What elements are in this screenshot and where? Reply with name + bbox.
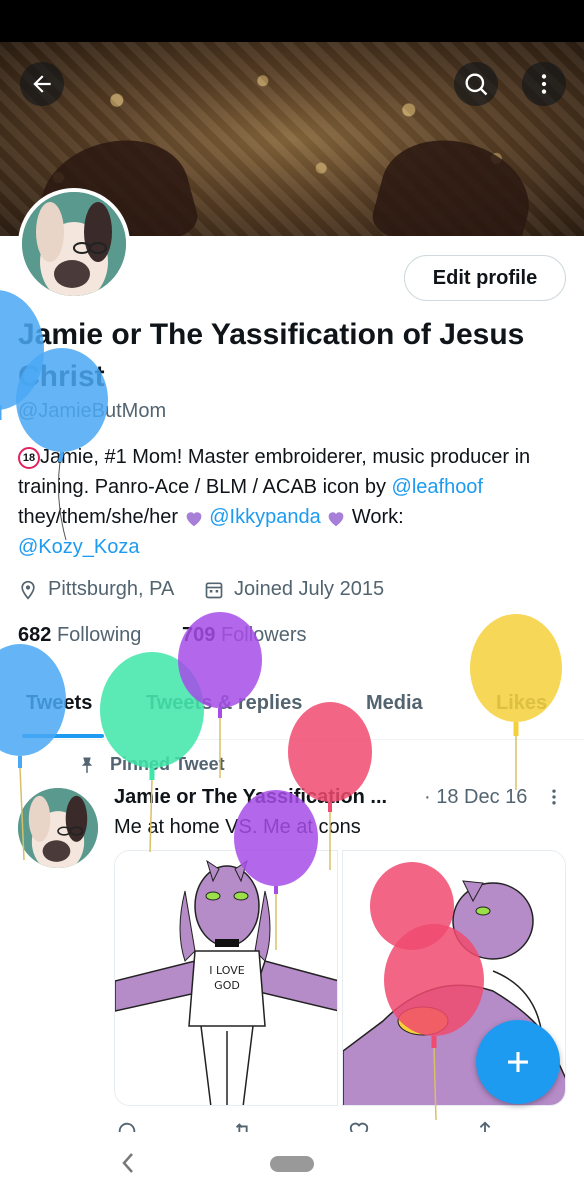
following-count: 682 <box>18 624 52 646</box>
tab-tweets-replies[interactable]: Tweets & replies <box>146 692 302 715</box>
tweet-avatar-illustration <box>18 788 98 868</box>
system-home-pill[interactable] <box>270 1156 314 1172</box>
purple-heart-icon <box>186 511 202 526</box>
tweet-text: Me at home VS. Me at cons <box>114 816 361 838</box>
reply-icon[interactable] <box>116 1120 138 1132</box>
tab-tweets[interactable]: Tweets <box>26 692 92 715</box>
bio-link-kozy-koza[interactable]: @Kozy_Koza <box>18 536 139 558</box>
active-tab-indicator <box>22 734 104 738</box>
shirt-text-line2: GOD <box>214 979 240 992</box>
tweet-actions <box>114 1118 564 1132</box>
share-icon[interactable] <box>474 1120 496 1132</box>
pinned-label: Pinned Tweet <box>78 754 225 775</box>
location-pin-icon <box>21 580 35 600</box>
profile-joined: Joined July 2015 <box>204 578 384 601</box>
search-icon <box>465 73 488 96</box>
pinned-text: Pinned Tweet <box>110 754 225 774</box>
tweet-media-1[interactable]: I LOVE GOD <box>114 850 338 1106</box>
profile-location: Pittsburgh, PA <box>18 578 174 601</box>
status-bar <box>0 0 584 42</box>
shirt-text-line1: I LOVE <box>209 964 244 977</box>
chevron-left-icon <box>122 1153 133 1173</box>
followers-link[interactable]: 709 Followers <box>182 624 307 647</box>
following-link[interactable]: 682 Following <box>18 624 141 647</box>
calendar-icon <box>205 582 223 598</box>
location-text: Pittsburgh, PA <box>48 578 175 600</box>
compose-tweet-button[interactable] <box>476 1020 560 1104</box>
adult-badge-icon: 18 <box>18 446 40 469</box>
more-button[interactable] <box>522 62 566 106</box>
like-icon[interactable] <box>348 1120 370 1132</box>
avatar-illustration <box>22 192 126 296</box>
following-label: Following <box>56 624 142 646</box>
followers-count: 709 <box>182 624 216 646</box>
character-at-home-image: I LOVE GOD <box>115 851 337 1105</box>
bio-link-leafhoof[interactable]: @leafhoof <box>392 476 483 498</box>
back-button[interactable] <box>20 62 64 106</box>
purple-heart-icon <box>328 511 344 526</box>
bio-pronouns: they/them/she/her <box>18 506 179 528</box>
bio-work-label: Work: <box>351 506 404 528</box>
followers-label: Followers <box>220 624 307 646</box>
profile-avatar[interactable] <box>18 188 130 300</box>
plus-icon <box>508 1052 528 1072</box>
retweet-icon[interactable] <box>232 1120 254 1132</box>
tweet-author[interactable]: Jamie or The Yassification ... <box>114 786 387 808</box>
tweet-more-button[interactable] <box>544 786 564 813</box>
joined-text: Joined July 2015 <box>234 578 385 600</box>
tweet-avatar[interactable] <box>18 788 98 868</box>
edit-profile-button[interactable]: Edit profile <box>404 255 566 301</box>
pin-icon <box>81 757 93 773</box>
profile-handle: @JamieButMom <box>18 400 167 422</box>
system-back-button[interactable] <box>118 1150 138 1181</box>
profile-bio: 18 Jamie, #1 Mom! Master embroiderer, mus… <box>18 442 578 562</box>
tweet-header: Jamie or The Yassification ... · 18 Dec … <box>114 786 564 809</box>
profile-tabs: Tweets Tweets & replies Media Likes <box>0 680 584 740</box>
search-button[interactable] <box>454 62 498 106</box>
profile-name: Jamie or The Yassification of Jesus Chri… <box>18 318 525 393</box>
arrow-left-icon <box>33 75 51 93</box>
more-vertical-icon <box>541 74 547 94</box>
tweet-date[interactable]: · 18 Dec 16 <box>424 786 527 809</box>
tab-likes[interactable]: Likes <box>496 692 547 715</box>
bio-link-ikkypanda[interactable]: @Ikkypanda <box>209 506 320 528</box>
more-vertical-icon <box>552 789 556 805</box>
tab-media[interactable]: Media <box>366 692 423 715</box>
